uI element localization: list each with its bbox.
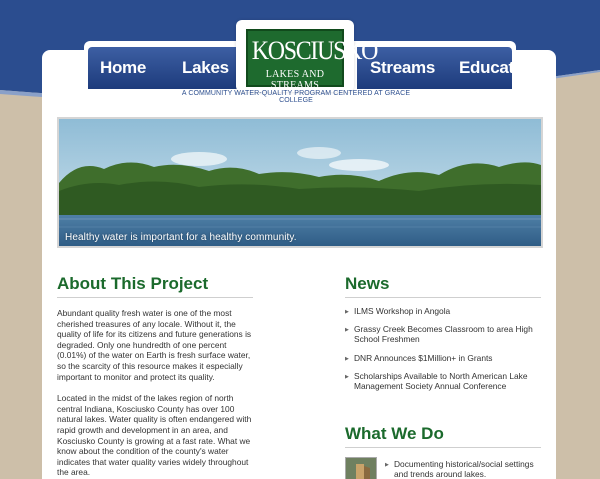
news-list: ILMS Workshop in Angola Grassy Creek Bec… [345,306,541,391]
news-section: News ILMS Workshop in Angola Grassy Cree… [345,274,541,399]
nav-lakes[interactable]: Lakes [182,58,229,78]
site-logo[interactable]: KOSCIUSKO LAKES AND STREAMS [236,20,379,92]
hero-caption: Healthy water is important for a healthy… [65,232,297,243]
what-we-do-section: What We Do Documenting historical/social… [345,424,541,479]
about-title: About This Project [57,274,253,298]
what-we-do-thumbnail [345,457,377,479]
what-we-do-text[interactable]: Documenting historical/social settings a… [385,459,545,479]
about-paragraph-2: Located in the midst of the lakes region… [57,393,252,478]
logo-title: KOSCIUSKO [251,36,379,65]
nav-left-group: Home Lakes [88,47,243,89]
what-we-do-title: What We Do [345,424,541,448]
nav-right-group: Streams Education [357,47,539,89]
nav-home[interactable]: Home [100,58,146,78]
hero-banner: Healthy water is important for a healthy… [57,117,543,248]
logo-badge: KOSCIUSKO LAKES AND STREAMS [246,29,379,91]
site-tagline: A COMMUNITY WATER-QUALITY PROGRAM CENTER… [181,90,411,104]
news-item[interactable]: ILMS Workshop in Angola [345,306,541,317]
news-item[interactable]: Scholarships Available to North American… [345,371,541,391]
what-we-do-item: Documenting historical/social settings a… [345,457,541,479]
nav-education[interactable]: Education [459,58,539,78]
nav-streams[interactable]: Streams [370,58,435,78]
logo-subtitle: LAKES AND STREAMS [265,69,325,91]
about-paragraph-1: Abundant quality fresh water is one of t… [57,308,252,382]
news-title: News [345,274,541,298]
lake-landscape-image [59,119,541,246]
about-section: About This Project Abundant quality fres… [57,274,253,478]
news-item[interactable]: DNR Announces $1Million+ in Grants [345,353,541,364]
news-item[interactable]: Grassy Creek Becomes Classroom to area H… [345,324,541,344]
